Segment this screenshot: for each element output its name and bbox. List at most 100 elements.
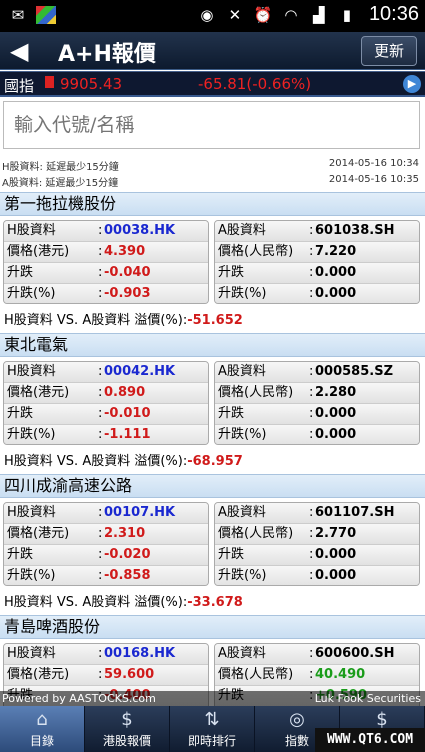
- h-h_change-value: -0.040: [104, 265, 151, 280]
- a-price-row: 價格(人民幣):7.220: [215, 242, 419, 263]
- a-share-card[interactable]: A股資料:601038.SH 價格(人民幣):7.220 升跌:0.000 升跌…: [214, 220, 420, 304]
- h-share-card[interactable]: H股資料:00042.HK 價格(港元):0.890 升跌: -0.010 升跌(…: [3, 361, 209, 445]
- next-arrow-icon[interactable]: ▶: [403, 75, 421, 93]
- a-a_price-value: 40.490: [315, 667, 366, 682]
- app-notification-icon: [36, 6, 56, 24]
- h-change-row: 升跌: -0.040: [4, 263, 208, 284]
- a-code-row: A股資料:600600.SH: [215, 644, 419, 665]
- home-icon: ⌂: [36, 709, 48, 730]
- battery-icon: ▮: [342, 5, 352, 24]
- h-h_price-value: 4.390: [104, 244, 146, 259]
- h-price-row: 價格(港元):59.600: [4, 665, 208, 686]
- h-h_price-value: 2.310: [104, 526, 146, 541]
- page-title: A+H報價: [58, 42, 156, 67]
- premium-value: -51.652: [187, 313, 243, 328]
- mail-icon: ✉: [11, 6, 25, 24]
- refresh-button[interactable]: 更新: [361, 36, 417, 66]
- h-h_pct-value: -1.111: [104, 427, 151, 442]
- premium-line: H股資料 VS. A股資料 溢價(%):-33.678: [4, 595, 243, 610]
- h-code-row: H股資料:00038.HK: [4, 221, 208, 242]
- h-h_code-value: 00038.HK: [104, 223, 176, 238]
- search-input[interactable]: [3, 101, 420, 149]
- h-pct-row: 升跌(%): -1.111: [4, 425, 208, 444]
- stock-name: 東北電氣: [0, 333, 425, 357]
- stock-name: 第一拖拉機股份: [0, 192, 425, 216]
- premium-value: -68.957: [187, 454, 243, 469]
- h-share-card[interactable]: H股資料:00107.HK 價格(港元):2.310 升跌: -0.020 升跌(…: [3, 502, 209, 586]
- premium-line: H股資料 VS. A股資料 溢價(%):-51.652: [4, 313, 243, 328]
- a-share-card[interactable]: A股資料:000585.SZ 價格(人民幣):2.280 升跌:0.000 升跌…: [214, 361, 420, 445]
- a-change-row: 升跌:0.000: [215, 263, 419, 284]
- h-price-row: 價格(港元):0.890: [4, 383, 208, 404]
- a-price-row: 價格(人民幣):40.490: [215, 665, 419, 686]
- a-a_code-value: 000585.SZ: [315, 364, 393, 379]
- a-pct-row: 升跌(%):0.000: [215, 566, 419, 585]
- h-pct-row: 升跌(%): -0.858: [4, 566, 208, 585]
- stock-block[interactable]: 東北電氣 H股資料:00042.HK 價格(港元):0.890 升跌: -0.01…: [0, 333, 425, 474]
- a-a_price-value: 2.280: [315, 385, 357, 400]
- a-code-row: A股資料:000585.SZ: [215, 362, 419, 383]
- a-a_change-value: 0.000: [315, 265, 357, 280]
- sort-icon: ⇅: [204, 709, 220, 730]
- a-price-row: 價格(人民幣):2.280: [215, 383, 419, 404]
- mute-icon: ✕: [228, 5, 242, 24]
- h-data-note: H股資料: 延遲最少15分鐘 2014-05-16 10:34: [2, 158, 419, 173]
- nav-item-directory[interactable]: ⌂ 目錄: [0, 706, 85, 752]
- nav-item-hk-quote[interactable]: $ 港股報價: [85, 706, 170, 752]
- signal-icon: ▟: [313, 5, 325, 24]
- h-h_code-value: 00168.HK: [104, 646, 176, 661]
- a-a_code-value: 600600.SH: [315, 646, 395, 661]
- h-code-row: H股資料:00042.HK: [4, 362, 208, 383]
- index-label: 國指: [4, 77, 35, 95]
- stock-name: 青島啤酒股份: [0, 615, 425, 639]
- down-arrow-icon: [45, 76, 54, 88]
- watermark: WWW.QT6.COM: [315, 728, 425, 752]
- h-share-card[interactable]: H股資料:00038.HK 價格(港元):4.390 升跌: -0.040 升跌(…: [3, 220, 209, 304]
- a-a_code-value: 601038.SH: [315, 223, 395, 238]
- a-a_price-value: 7.220: [315, 244, 357, 259]
- a-a_pct-value: 0.000: [315, 568, 357, 583]
- a-a_price-value: 2.770: [315, 526, 357, 541]
- h-h_change-value: -0.020: [104, 547, 151, 562]
- h-code-row: H股資料:00107.HK: [4, 503, 208, 524]
- h-change-row: 升跌: -0.020: [4, 545, 208, 566]
- alarm-icon: ⏰: [253, 5, 273, 24]
- premium-value: -33.678: [187, 595, 243, 610]
- a-code-row: A股資料:601107.SH: [215, 503, 419, 524]
- stock-block[interactable]: 四川成渝高速公路 H股資料:00107.HK 價格(港元):2.310 升跌: -…: [0, 474, 425, 615]
- a-code-row: A股資料:601038.SH: [215, 221, 419, 242]
- powered-by-bar: Powered by AASTOCKS.com Luk Fook Securit…: [0, 691, 425, 706]
- a-a_pct-value: 0.000: [315, 427, 357, 442]
- stock-name: 四川成渝高速公路: [0, 474, 425, 498]
- h-price-row: 價格(港元):2.310: [4, 524, 208, 545]
- stock-block[interactable]: 第一拖拉機股份 H股資料:00038.HK 價格(港元):4.390 升跌: -0…: [0, 192, 425, 333]
- index-change: -65.81(-0.66%): [198, 75, 312, 93]
- a-a_change-value: 0.000: [315, 406, 357, 421]
- h-h_code-value: 00042.HK: [104, 364, 176, 379]
- h-pct-row: 升跌(%): -0.903: [4, 284, 208, 303]
- a-pct-row: 升跌(%):0.000: [215, 425, 419, 444]
- back-arrow-icon[interactable]: ◀: [10, 38, 32, 64]
- h-code-row: H股資料:00168.HK: [4, 644, 208, 665]
- index-value: 9905.43: [60, 75, 123, 93]
- h-price-row: 價格(港元):4.390: [4, 242, 208, 263]
- a-a_change-value: 0.000: [315, 547, 357, 562]
- premium-line: H股資料 VS. A股資料 溢價(%):-68.957: [4, 454, 243, 469]
- h-h_pct-value: -0.903: [104, 286, 151, 301]
- a-price-row: 價格(人民幣):2.770: [215, 524, 419, 545]
- a-a_code-value: 601107.SH: [315, 505, 395, 520]
- eye-icon: ◉: [200, 5, 214, 24]
- a-change-row: 升跌:0.000: [215, 404, 419, 425]
- a-share-card[interactable]: A股資料:601107.SH 價格(人民幣):2.770 升跌:0.000 升跌…: [214, 502, 420, 586]
- title-bar: ◀ A+H報價 更新: [0, 32, 425, 70]
- h-change-row: 升跌: -0.010: [4, 404, 208, 425]
- nav-item-ranking[interactable]: ⇅ 即時排行: [170, 706, 255, 752]
- h-h_pct-value: -0.858: [104, 568, 151, 583]
- h-h_code-value: 00107.HK: [104, 505, 176, 520]
- a-change-row: 升跌:0.000: [215, 545, 419, 566]
- h-h_price-value: 59.600: [104, 667, 155, 682]
- h-h_change-value: -0.010: [104, 406, 151, 421]
- h-h_price-value: 0.890: [104, 385, 146, 400]
- partner-text: Luk Fook Securities: [314, 692, 421, 705]
- index-ticker[interactable]: 國指 9905.43 -65.81(-0.66%) ▶: [0, 71, 425, 97]
